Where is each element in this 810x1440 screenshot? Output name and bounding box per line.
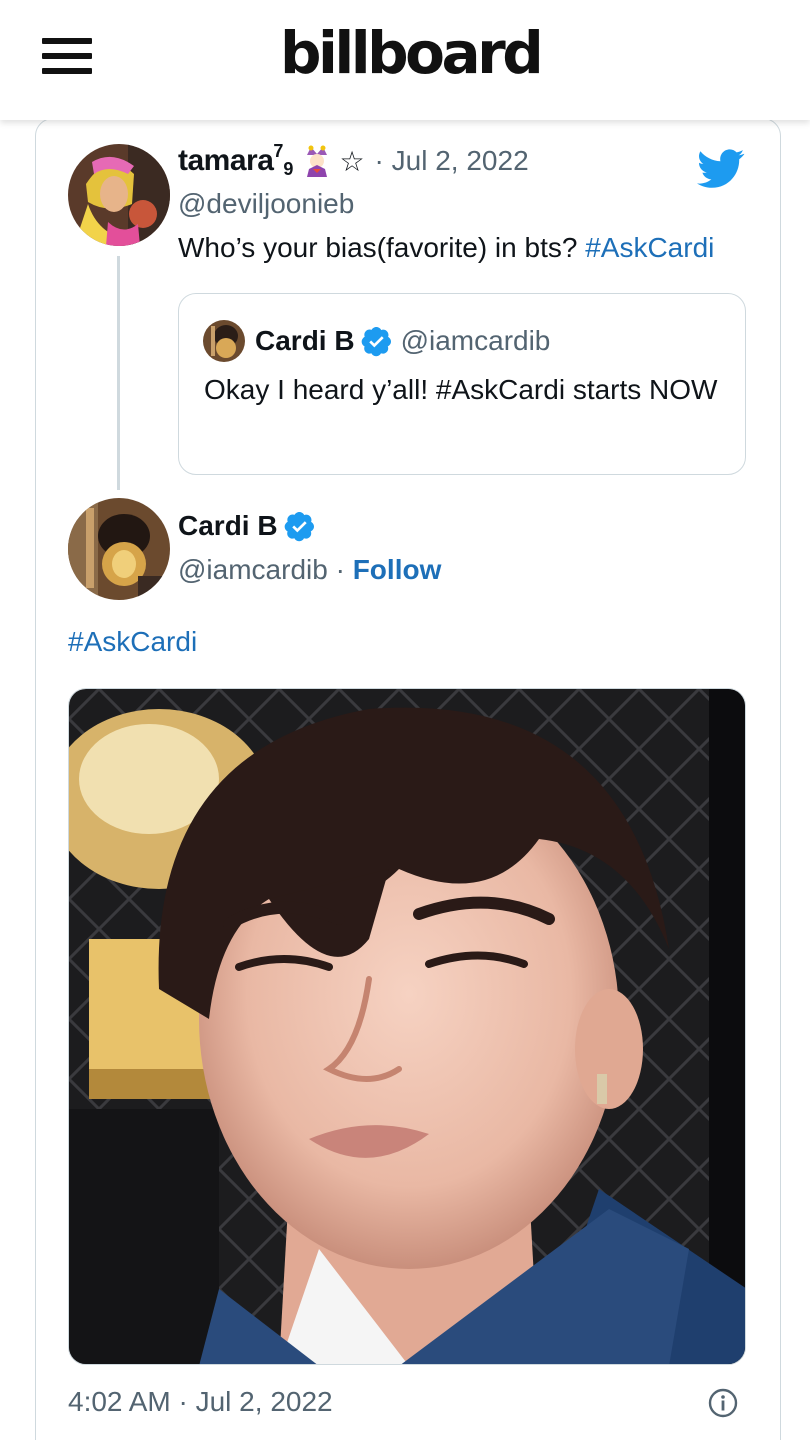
quoted-author-name: Cardi B [255,325,355,356]
star-icon: ☆ [339,145,365,177]
reply-author-name[interactable]: tamara [178,144,274,178]
tweet-media-photo[interactable] [68,688,746,1365]
twitter-bird-icon[interactable] [697,148,745,190]
main-author-avatar[interactable] [68,498,170,600]
quoted-author-avatar [203,320,245,362]
verified-badge-icon [284,512,314,542]
reply-name-superscript: 7 [273,140,284,161]
quoted-tweet-text: Okay I heard y’all! #AskCardi starts NOW [204,374,718,405]
quoted-tweet[interactable]: Cardi B @iamcardib Okay I heard y’all! #… [178,293,746,475]
main-author-handle-line: @iamcardib · Follow [178,554,441,586]
reply-hashtag-link[interactable]: #AskCardi [585,232,714,263]
reply-author-line: tamara 7 9 ☆ · Jul 2, 2022 [178,140,529,179]
info-icon[interactable] [708,1388,738,1418]
billboard-logo[interactable]: billboard [280,18,544,88]
verified-badge-icon [361,327,391,357]
tweet-timestamp[interactable]: 4:02 AM · Jul 2, 2022 [68,1386,333,1418]
thread-connector-line [117,256,120,490]
jester-emoji-icon [307,145,328,177]
main-author-line: Cardi B [178,510,324,542]
reply-author-handle[interactable]: @deviljoonieb [178,188,354,220]
reply-name-subscript: 9 [283,158,294,179]
reply-author-avatar[interactable] [68,144,170,246]
main-tweet-hashtag-link[interactable]: #AskCardi [68,626,197,658]
follow-button[interactable]: Follow [353,554,442,585]
main-author-handle[interactable]: @iamcardib [178,554,328,585]
hamburger-menu-icon[interactable] [42,38,92,74]
reply-tweet-text: Who’s your bias(favorite) in bts? #AskCa… [178,232,714,264]
site-header: billboard [0,0,810,120]
quoted-author-handle: @iamcardib [400,325,551,356]
reply-date[interactable]: · Jul 2, 2022 [375,145,529,177]
quoted-tweet-header: Cardi B @iamcardib [203,320,550,362]
reply-text-body: Who’s your bias(favorite) in bts? [178,232,586,263]
main-author-name[interactable]: Cardi B [178,510,278,542]
handle-separator: · [327,554,353,585]
